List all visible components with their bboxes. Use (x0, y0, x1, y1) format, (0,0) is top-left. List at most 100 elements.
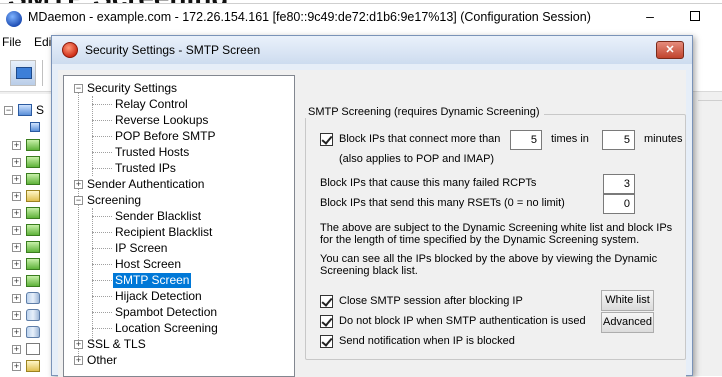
main-tree-expander[interactable]: + (12, 192, 21, 201)
advanced-button[interactable]: Advanced (601, 312, 654, 333)
security-app-icon (62, 42, 78, 58)
folder-icon (26, 156, 40, 168)
tree-connector (92, 136, 112, 137)
expander-screening[interactable]: − (74, 196, 83, 205)
tree-connector (92, 248, 112, 249)
connect-minutes-input[interactable]: 5 (602, 130, 635, 150)
main-tree-expander[interactable]: + (12, 362, 21, 371)
expander-security-settings[interactable]: − (74, 84, 83, 93)
main-tree-expander[interactable]: + (12, 328, 21, 337)
tree-connector (92, 216, 112, 217)
tree-item-ssl-tls[interactable]: SSL & TLS (87, 337, 146, 352)
tree-item-smtp-screen[interactable]: SMTP Screen (113, 273, 192, 288)
connect-times-input[interactable]: 5 (510, 130, 542, 150)
failed-rcpts-label: Block IPs that cause this many failed RC… (320, 177, 537, 189)
folder-icon (26, 360, 40, 372)
tree-item-hijack-detection[interactable]: Hijack Detection (115, 289, 202, 304)
info-text-line: The above are subject to the Dynamic Scr… (320, 222, 673, 234)
tree-item-screening[interactable]: Screening (87, 193, 141, 208)
menu-edit[interactable]: Edi (34, 35, 51, 49)
database-icon (26, 309, 40, 321)
minutes-label: minutes (644, 133, 683, 145)
tree-item-recipient-blacklist[interactable]: Recipient Blacklist (115, 225, 212, 240)
dialog-titlebar: Security Settings - SMTP Screen ✕ (52, 36, 692, 64)
toolbar-config-icon[interactable] (10, 60, 36, 86)
tree-item-reverse-lookups[interactable]: Reverse Lookups (115, 113, 208, 128)
folder-icon (26, 207, 40, 219)
main-tree-expander[interactable]: − (4, 106, 13, 115)
folder-icon (26, 275, 40, 287)
group-title: SMTP Screening (requires Dynamic Screeni… (304, 106, 544, 118)
tree-connector (92, 328, 112, 329)
main-tree-expander[interactable]: + (12, 277, 21, 286)
folder-icon (26, 241, 40, 253)
maximize-button[interactable] (690, 11, 700, 21)
tree-connector (78, 88, 79, 356)
security-settings-dialog: Security Settings - SMTP Screen ✕ − Secu… (51, 35, 693, 377)
close-session-checkbox[interactable] (320, 295, 333, 308)
expander-ssl-tls[interactable]: + (74, 340, 83, 349)
menu-file[interactable]: File (2, 35, 21, 49)
main-window-title: MDaemon - example.com - 172.26.154.161 [… (28, 10, 591, 24)
mdaemon-app-icon (6, 11, 22, 27)
tree-item-sender-blacklist[interactable]: Sender Blacklist (115, 209, 201, 224)
main-tree-expander[interactable]: + (12, 243, 21, 252)
block-connect-checkbox[interactable] (320, 133, 333, 146)
main-tree-root-label[interactable]: S (36, 103, 44, 117)
document-icon (26, 343, 40, 355)
dialog-body: − Security Settings Relay Control Revers… (58, 70, 686, 377)
no-block-auth-label: Do not block IP when SMTP authentication… (339, 315, 586, 327)
tree-item-location-screening[interactable]: Location Screening (115, 321, 218, 336)
main-tree-expander[interactable]: + (12, 141, 21, 150)
expander-other[interactable]: + (74, 356, 83, 365)
white-list-button[interactable]: White list (601, 290, 654, 311)
tree-item-trusted-ips[interactable]: Trusted IPs (115, 161, 176, 176)
main-tree-expander[interactable]: + (12, 311, 21, 320)
tree-connector (92, 208, 93, 344)
tree-item-relay-control[interactable]: Relay Control (115, 97, 188, 112)
failed-rcpts-input[interactable]: 3 (603, 174, 635, 194)
tree-item-other[interactable]: Other (87, 353, 117, 368)
computer-icon (30, 122, 40, 132)
main-tree-expander[interactable]: + (12, 345, 21, 354)
minimize-button[interactable]: – (636, 5, 664, 29)
database-icon (26, 292, 40, 304)
times-in-label: times in (551, 133, 589, 145)
main-tree-expander[interactable]: + (12, 158, 21, 167)
folder-icon (26, 224, 40, 236)
main-tree-expander[interactable]: + (12, 209, 21, 218)
tree-item-pop-before-smtp[interactable]: POP Before SMTP (115, 129, 215, 144)
tree-item-sender-authentication[interactable]: Sender Authentication (87, 177, 204, 192)
tree-connector (92, 232, 112, 233)
send-notification-label: Send notification when IP is blocked (339, 335, 515, 347)
divider (698, 100, 722, 101)
tree-item-spambot-detection[interactable]: Spambot Detection (115, 305, 217, 320)
tree-item-trusted-hosts[interactable]: Trusted Hosts (115, 145, 189, 160)
tree-item-host-screen[interactable]: Host Screen (115, 257, 181, 272)
server-icon (18, 104, 32, 116)
tree-connector (92, 264, 112, 265)
tree-connector (92, 104, 112, 105)
rsets-input[interactable]: 0 (603, 194, 635, 214)
no-block-auth-checkbox[interactable] (320, 315, 333, 328)
main-tree-expander[interactable]: + (12, 226, 21, 235)
send-notification-checkbox[interactable] (320, 335, 333, 348)
folder-icon (26, 258, 40, 270)
tree-connector (92, 168, 112, 169)
database-icon (26, 326, 40, 338)
folder-icon (26, 190, 40, 202)
main-titlebar: MDaemon - example.com - 172.26.154.161 [… (0, 4, 722, 32)
main-tree-expander[interactable]: + (12, 260, 21, 269)
rsets-label: Block IPs that send this many RSETs (0 =… (320, 197, 565, 209)
expander-sender-authentication[interactable]: + (74, 180, 83, 189)
main-tree-expander[interactable]: + (12, 175, 21, 184)
tree-item-ip-screen[interactable]: IP Screen (115, 241, 167, 256)
tree-connector (92, 152, 112, 153)
dialog-close-button[interactable]: ✕ (656, 41, 684, 59)
settings-tree: − Security Settings Relay Control Revers… (63, 75, 295, 377)
toolbar-separator (42, 60, 43, 86)
tree-item-security-settings[interactable]: Security Settings (87, 81, 177, 96)
tree-connector (92, 296, 112, 297)
main-tree-expander[interactable]: + (12, 294, 21, 303)
info-text-line: You can see all the IPs blocked by the a… (320, 253, 658, 265)
